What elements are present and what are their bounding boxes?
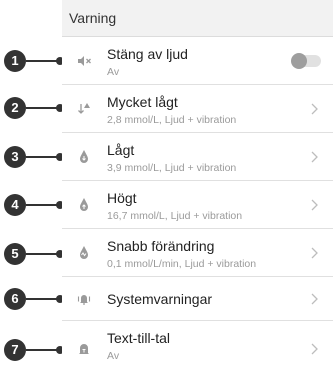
chevron-right-icon — [311, 103, 318, 115]
row-title: Snabb förändring — [107, 238, 215, 254]
row-title: Text-till-tal — [107, 330, 171, 346]
section-header: Varning — [62, 0, 333, 37]
high-icon — [76, 197, 92, 213]
row-text-to-speech[interactable]: Text-till-tal Av — [62, 321, 333, 371]
mute-icon — [76, 53, 92, 69]
callout-leader-3 — [26, 156, 58, 158]
callout-badge-4: 4 — [4, 194, 26, 216]
row-title: Lågt — [107, 142, 135, 158]
system-alert-icon — [76, 291, 92, 307]
row-subtitle: Av — [107, 350, 120, 362]
row-system-alerts[interactable]: Systemvarningar — [62, 277, 333, 321]
row-title: Högt — [107, 190, 137, 206]
callout-badge-3: 3 — [4, 146, 26, 168]
mute-toggle[interactable] — [291, 53, 321, 69]
row-very-low[interactable]: Mycket lågt 2,8 mmol/L, Ljud + vibration — [62, 85, 333, 133]
very-low-icon — [76, 101, 92, 117]
callout-badge-7: 7 — [4, 339, 26, 361]
row-subtitle: 0,1 mmol/L/min, Ljud + vibration — [107, 258, 257, 270]
row-subtitle: 16,7 mmol/L, Ljud + vibration — [107, 210, 243, 222]
chevron-right-icon — [311, 293, 318, 305]
callout-badge-6: 6 — [4, 288, 26, 310]
callout-leader-2 — [26, 107, 58, 109]
callout-leader-4 — [26, 204, 58, 206]
chevron-right-icon — [311, 247, 318, 259]
row-title: Systemvarningar — [107, 291, 213, 307]
chevron-right-icon — [311, 199, 318, 211]
row-high[interactable]: Högt 16,7 mmol/L, Ljud + vibration — [62, 181, 333, 229]
chevron-right-icon — [311, 343, 318, 355]
callout-leader-5 — [26, 253, 58, 255]
text-to-speech-icon — [76, 341, 92, 357]
alerts-settings-screen: Varning Stäng av ljud Av Mycket lågt 2,8… — [62, 0, 333, 371]
row-title: Stäng av ljud — [107, 46, 188, 62]
callout-badge-1: 1 — [4, 50, 26, 72]
row-low[interactable]: Lågt 3,9 mmol/L, Ljud + vibration — [62, 133, 333, 181]
row-mute-sound[interactable]: Stäng av ljud Av — [62, 37, 333, 85]
callout-leader-1 — [26, 60, 58, 62]
chevron-right-icon — [311, 151, 318, 163]
callout-badge-5: 5 — [4, 243, 26, 265]
low-icon — [76, 149, 92, 165]
row-rapid-change[interactable]: Snabb förändring 0,1 mmol/L/min, Ljud + … — [62, 229, 333, 277]
rate-change-icon — [76, 245, 92, 261]
callout-leader-6 — [26, 298, 58, 300]
callout-leader-7 — [26, 349, 58, 351]
callout-badge-2: 2 — [4, 97, 26, 119]
row-subtitle: 2,8 mmol/L, Ljud + vibration — [107, 114, 237, 126]
row-subtitle: 3,9 mmol/L, Ljud + vibration — [107, 162, 237, 174]
row-title: Mycket lågt — [107, 94, 178, 110]
row-subtitle: Av — [107, 66, 120, 78]
toggle-knob — [291, 53, 307, 69]
